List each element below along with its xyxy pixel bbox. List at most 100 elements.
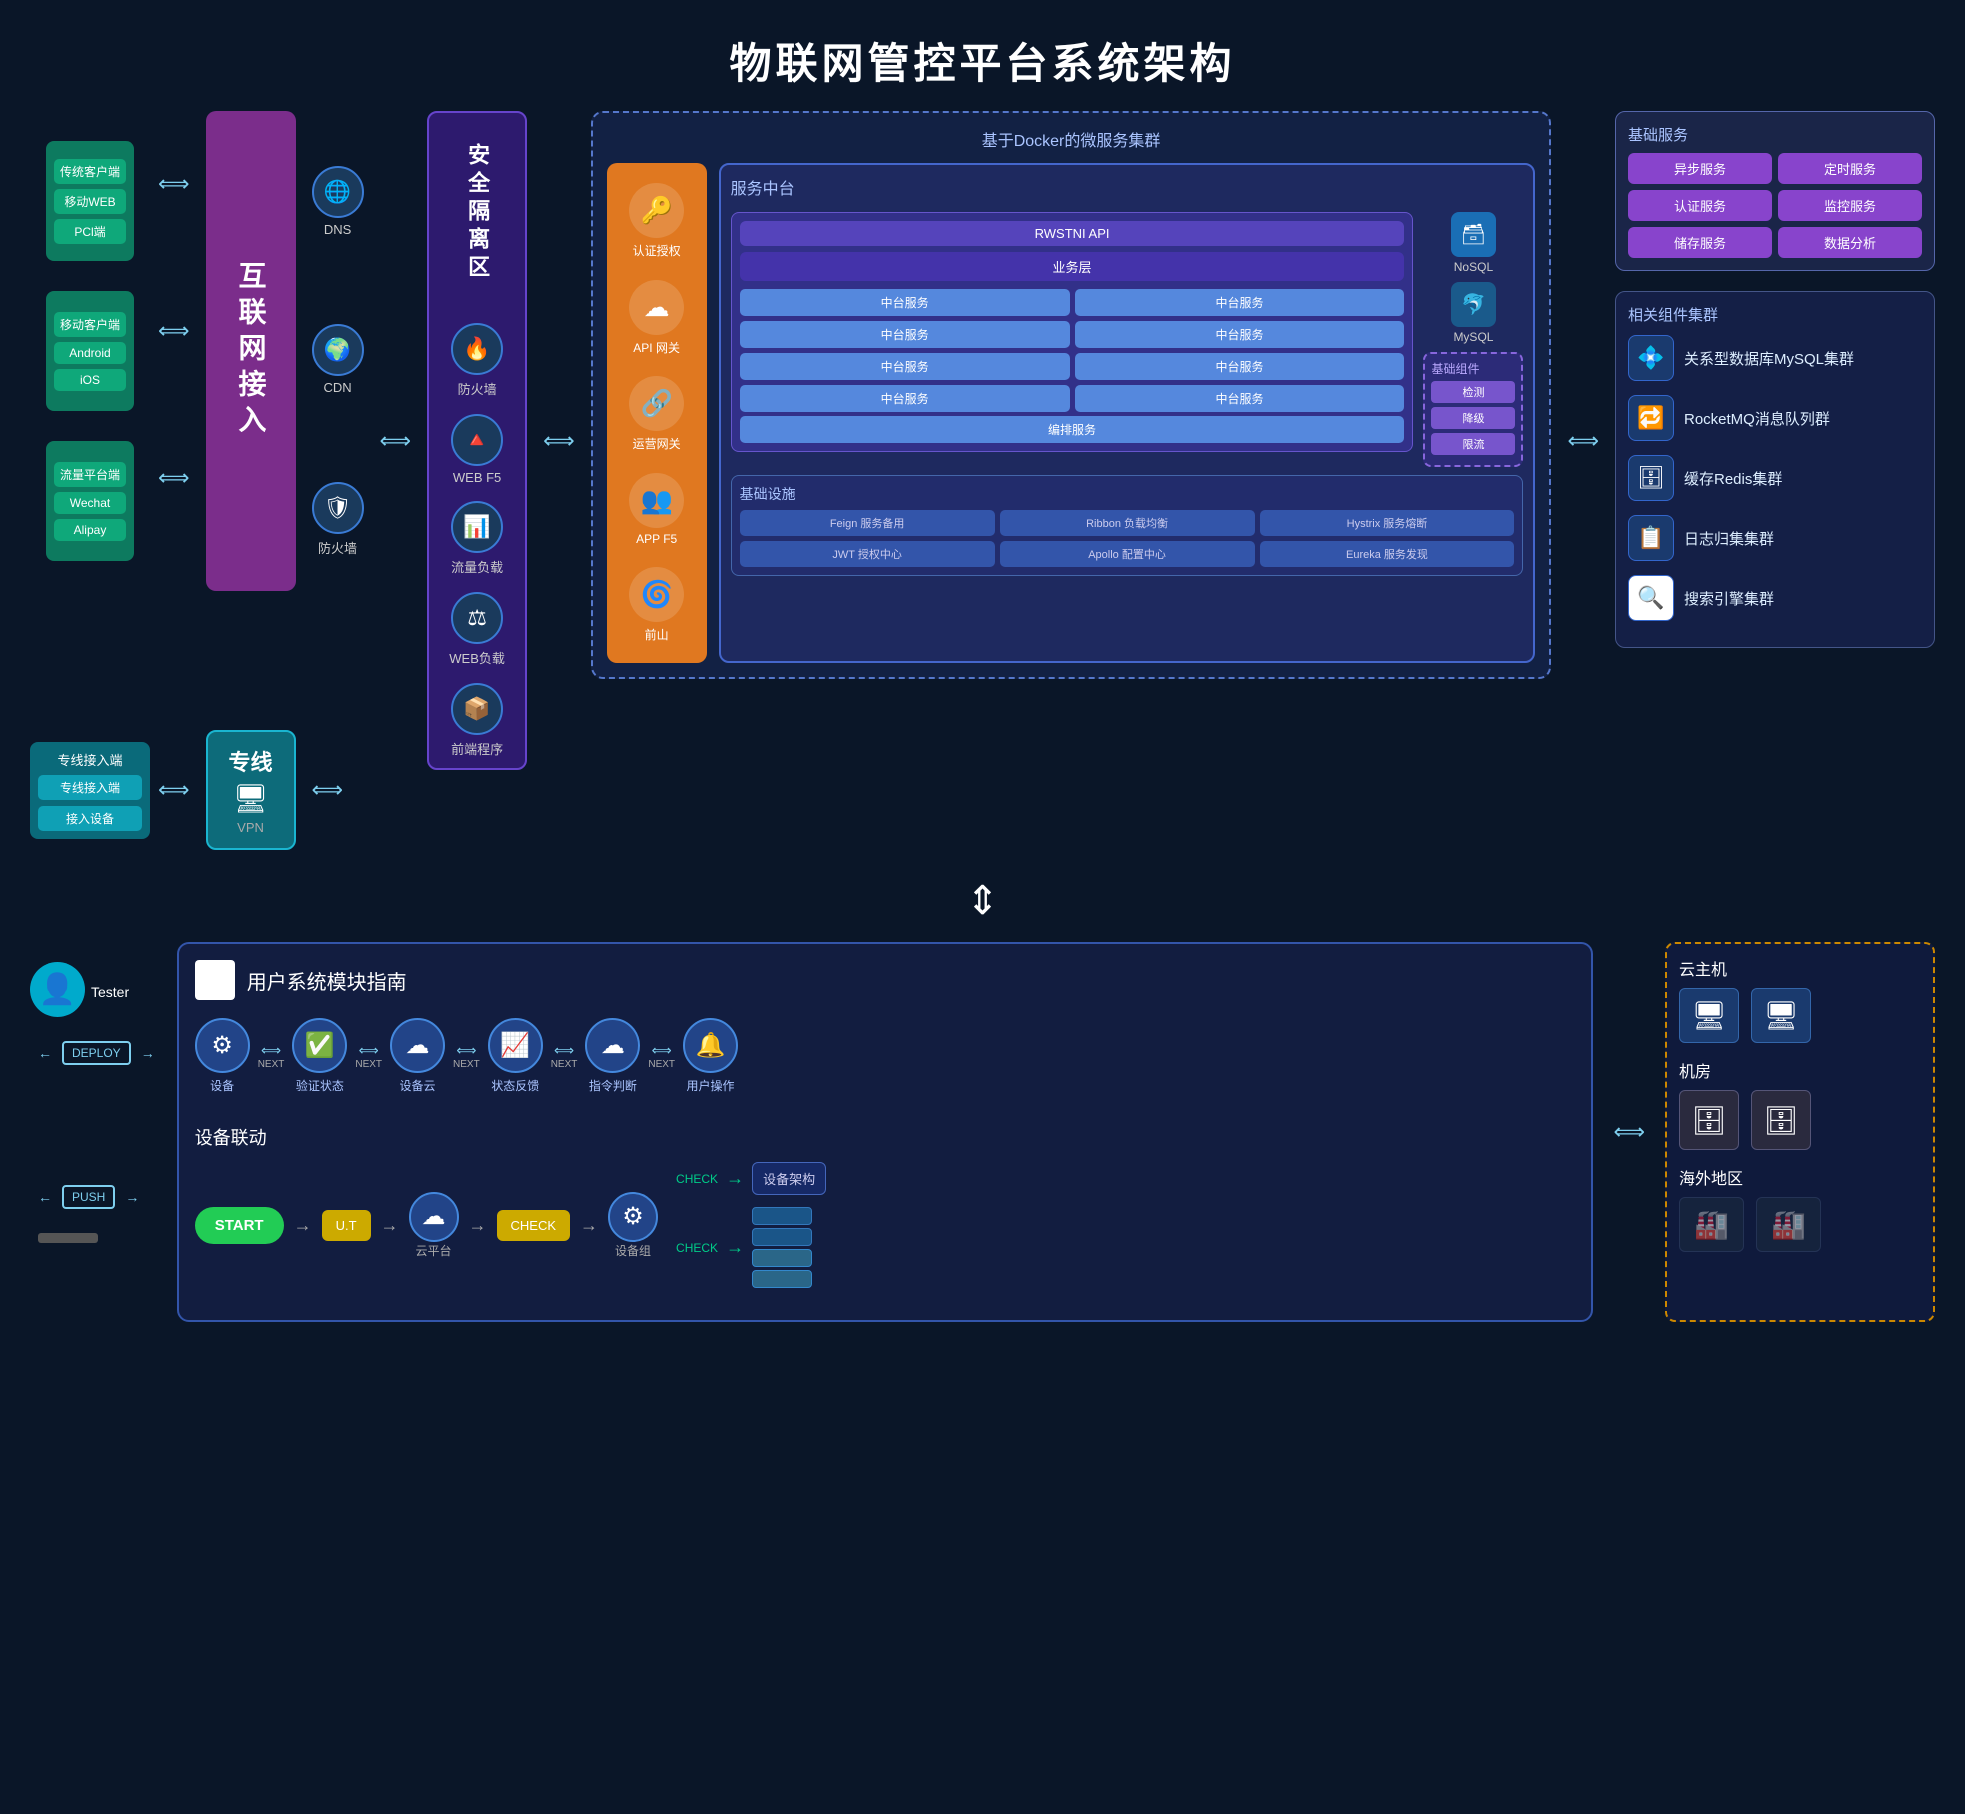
flow-device-label: 设备	[210, 1077, 234, 1094]
service-layer-box: 业务层	[740, 252, 1405, 281]
sp-title: 服务中台	[731, 175, 1524, 199]
mid-cell-7: 中台服务	[740, 385, 1070, 412]
sec-firewall-icon: 🔥	[451, 323, 503, 375]
gw-qianshan-icon: 🌀	[629, 567, 684, 622]
rc-search-label: 搜索引擎集群	[1684, 588, 1774, 609]
gw-qianshan: 🌀 前山	[629, 567, 684, 643]
infra-hystrix: Hystrix 服务熔断	[1260, 510, 1515, 536]
arrow-leased: ⟺	[158, 777, 190, 803]
rc-rocketmq-label: RocketMQ消息队列群	[1684, 408, 1830, 429]
mid-cell-3: 中台服务	[740, 321, 1070, 348]
docker-title: 基于Docker的微服务集群	[607, 127, 1536, 151]
infra-jwt: JWT 授权中心	[740, 541, 995, 567]
cloud-layer-3	[752, 1249, 812, 1267]
rc-rocketmq-icon: 🔁	[1628, 395, 1674, 441]
sec-webf5-icon: 🔺	[451, 414, 503, 466]
flow-next-3: NEXT	[453, 1059, 480, 1070]
leased-item-2: 接入设备	[38, 806, 142, 831]
arrow-client-internet-2: ⟺	[158, 318, 190, 344]
mysql-icon: 🐬	[1451, 282, 1496, 327]
cloud-platform-icon: ☁	[409, 1192, 459, 1242]
gw-api-label: API 网关	[633, 339, 680, 356]
flow-user-op-label: 用户操作	[687, 1077, 735, 1094]
rc-search-icon: 🔍	[1628, 575, 1674, 621]
leased-group-label: 专线接入端	[38, 750, 142, 769]
bs-grid: 异步服务 定时服务 认证服务 监控服务 储存服务 数据分析	[1628, 153, 1922, 258]
push-arrow-row: ← PUSH →	[38, 1185, 139, 1209]
nosql-item: 🗃 NoSQL	[1423, 212, 1523, 274]
flow-device-icon: ⚙	[195, 1018, 250, 1073]
tester-icon: 👤	[30, 962, 85, 1017]
mid-cell-2: 中台服务	[1075, 289, 1405, 316]
mid-cell-4: 中台服务	[1075, 321, 1405, 348]
gw-qianshan-label: 前山	[645, 626, 669, 643]
deploy-arrow-left: ←	[38, 1045, 52, 1061]
rc-mysql-icon: 💠	[1628, 335, 1674, 381]
cdn-block: 🌍 CDN	[312, 324, 364, 395]
client-groups: 传统客户端 移动WEB PCl端 移动客户端 Android iOS 流量平台端…	[30, 141, 150, 561]
sp-top: RWSTNI API 业务层 中台服务 中台服务 中台服务 中台服务 中台服务 …	[731, 212, 1524, 467]
infra-title: 基础设施	[740, 484, 1515, 504]
service-platform: 服务中台 RWSTNI API 业务层 中台服务 中台服务 中台服务 中台服务	[719, 163, 1536, 663]
mid-cell-5: 中台服务	[740, 353, 1070, 380]
device-arch-box: 设备架构	[752, 1162, 826, 1195]
deploy-arrow-row: ← DEPLOY →	[38, 1041, 155, 1065]
flow-user-op-icon: 🔔	[683, 1018, 738, 1073]
device-section-title: 设备联动	[195, 1124, 1576, 1150]
start-oval: START	[195, 1207, 284, 1244]
warehouse-icon-1: 🏭	[1679, 1197, 1744, 1252]
nosql-label: NoSQL	[1454, 260, 1493, 274]
flow-command-icon: ☁	[585, 1018, 640, 1073]
cloud-host-section: 云主机 🖥 🖥	[1679, 956, 1921, 1043]
check-label-1: CHECK	[676, 1172, 718, 1186]
client-group-platform: 流量平台端 Wechat Alipay	[46, 441, 134, 561]
rc-logs-icon: 📋	[1628, 515, 1674, 561]
infra-apollo: Apollo 配置中心	[1000, 541, 1255, 567]
security-zone: 安全隔离区 🔥 防火墙 🔺 WEB F5 📊 流量负载 ⚖ WEB负载	[427, 111, 527, 770]
firewall-block: 🛡 防火墙	[312, 482, 364, 557]
sec-traffic-icon: 📊	[451, 501, 503, 553]
small-bar-row	[38, 1229, 98, 1243]
net-services-col: 🌐 DNS 🌍 CDN 🛡 防火墙	[312, 111, 364, 591]
cdn-label: CDN	[323, 380, 351, 395]
device-group-label: 设备组	[615, 1242, 651, 1259]
flow-status: 📈 状态反馈	[488, 1018, 543, 1094]
mid-cell-1: 中台服务	[740, 289, 1070, 316]
mysql-item: 🐬 MySQL	[1423, 282, 1523, 344]
rc-redis-label: 缓存Redis集群	[1684, 468, 1782, 489]
vpn-label: VPN	[237, 820, 264, 835]
check-branches: CHECK → 设备架构 CHECK →	[676, 1162, 826, 1288]
leased-block: 专线 🖥 VPN	[206, 730, 296, 850]
infra-eureka: Eureka 服务发现	[1260, 541, 1515, 567]
main-service-box: RWSTNI API 业务层 中台服务 中台服务 中台服务 中台服务 中台服务 …	[731, 212, 1414, 452]
bc-degrade: 降级	[1431, 407, 1515, 429]
rc-rocketmq: 🔁 RocketMQ消息队列群	[1628, 395, 1922, 441]
cloud-panel: 云主机 🖥 🖥 机房 🗄 🗄 海外地区 🏭 🏭	[1665, 942, 1935, 1322]
device-section: 设备联动 START → U.T → ☁ 云平台 → CHECK → ⚙ 设备组	[195, 1124, 1576, 1288]
cloud-layer-2	[752, 1228, 812, 1246]
bc-limit: 限流	[1431, 433, 1515, 455]
overseas-icons: 🏭 🏭	[1679, 1197, 1921, 1252]
flow-user-op: 🔔 用户操作	[683, 1018, 738, 1094]
flow-arrow-3: ⟺	[456, 1042, 476, 1059]
tester-label: Tester	[91, 984, 129, 1000]
arrow-module-cloud: ⟺	[1613, 1119, 1645, 1145]
rc-mysql: 💠 关系型数据库MySQL集群	[1628, 335, 1922, 381]
sec-webf5: 🔺 WEB F5	[451, 414, 503, 485]
client-item: iOS	[54, 369, 126, 391]
um-header: 用户系统模块指南	[195, 960, 1576, 1000]
sec-firewall: 🔥 防火墙	[451, 323, 503, 398]
client-item: 移动客户端	[54, 312, 126, 337]
sec-frontend-icon: 📦	[451, 683, 503, 735]
bs-analytics: 数据分析	[1778, 227, 1922, 258]
cdn-icon: 🌍	[312, 324, 364, 376]
ut-box: U.T	[322, 1210, 371, 1241]
flow-next-1: NEXT	[258, 1059, 285, 1070]
vpn-icon: 🖥	[233, 782, 269, 815]
client-item: Alipay	[54, 519, 126, 541]
dns-label: DNS	[324, 222, 351, 237]
cloud-platform-label: 云平台	[416, 1242, 452, 1259]
rc-mysql-label: 关系型数据库MySQL集群	[1684, 348, 1854, 369]
push-arrow-left: ←	[38, 1189, 52, 1205]
flow-arrow-4: ⟺	[554, 1042, 574, 1059]
